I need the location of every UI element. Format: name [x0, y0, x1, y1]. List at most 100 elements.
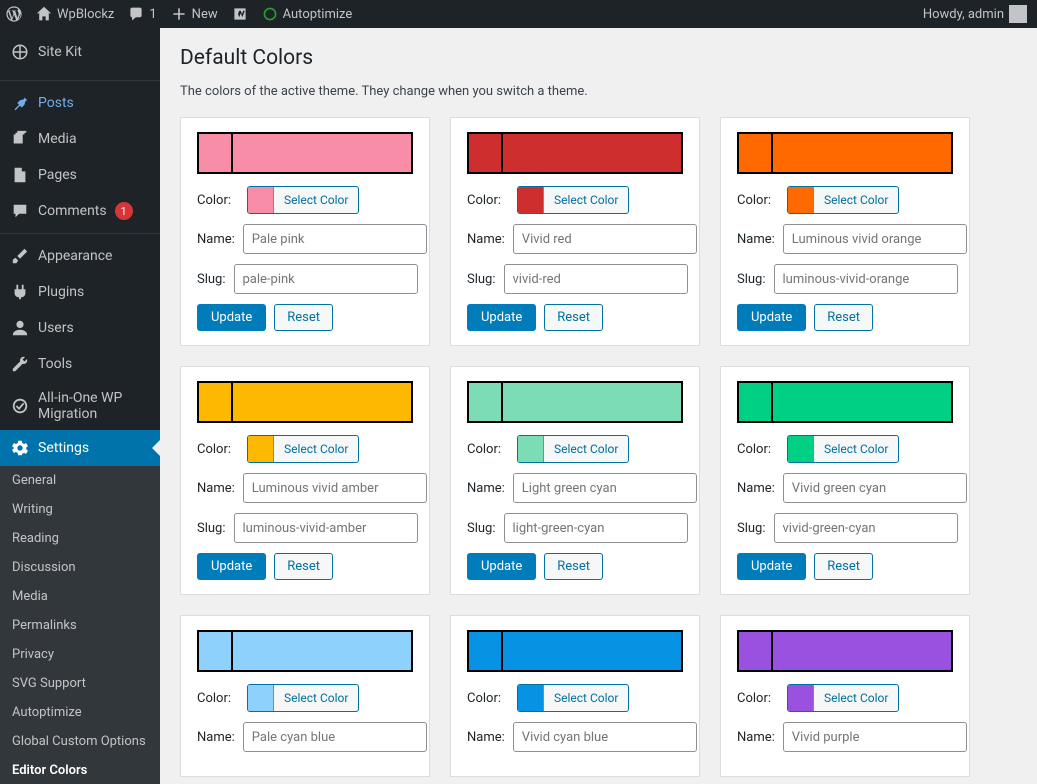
swatch-large	[503, 383, 681, 421]
swatch-large	[233, 134, 411, 172]
sidebar-label: Tools	[38, 356, 72, 372]
sidebar-item-plugins[interactable]: Plugins	[0, 274, 160, 310]
reset-button[interactable]: Reset	[814, 553, 873, 580]
color-chip	[248, 436, 274, 462]
sidebar-item-sitekit[interactable]: Site Kit	[0, 28, 160, 76]
sidebar-item-users[interactable]: Users	[0, 310, 160, 346]
swatch-preview	[737, 381, 953, 423]
swatch-small	[469, 632, 503, 670]
name-input[interactable]	[783, 224, 967, 254]
yoast-item[interactable]	[232, 6, 248, 22]
update-button[interactable]: Update	[197, 553, 266, 580]
submenu-privacy[interactable]: Privacy	[0, 640, 160, 669]
reset-button[interactable]: Reset	[814, 304, 873, 331]
name-input[interactable]	[243, 224, 427, 254]
update-button[interactable]: Update	[467, 304, 536, 331]
slug-row: Slug:	[467, 513, 683, 543]
button-row: Update Reset	[737, 553, 953, 580]
color-card: Color: Select Color Name:	[720, 615, 970, 777]
swatch-preview	[467, 630, 683, 672]
name-row: Name:	[467, 722, 683, 752]
sidebar-label: Appearance	[38, 248, 112, 264]
name-input[interactable]	[243, 722, 427, 752]
update-button[interactable]: Update	[737, 553, 806, 580]
update-button[interactable]: Update	[737, 304, 806, 331]
submenu-editor-colors[interactable]: Editor Colors	[0, 756, 160, 784]
update-button[interactable]: Update	[197, 304, 266, 331]
slug-input[interactable]	[774, 513, 958, 543]
comment-icon	[10, 201, 30, 221]
name-input[interactable]	[783, 473, 967, 503]
sidebar-label: Comments	[38, 203, 107, 219]
slug-label: Slug:	[737, 521, 766, 536]
select-color-button[interactable]: Select Color	[247, 435, 359, 463]
sidebar-item-media[interactable]: Media	[0, 121, 160, 157]
sidebar-item-settings[interactable]: Settings	[0, 430, 160, 466]
submenu-reading[interactable]: Reading	[0, 524, 160, 553]
slug-input[interactable]	[774, 264, 958, 294]
sidebar-item-posts[interactable]: Posts	[0, 85, 160, 121]
name-input[interactable]	[243, 473, 427, 503]
autoptimize-item[interactable]: Autoptimize	[262, 6, 353, 22]
slug-input[interactable]	[504, 264, 688, 294]
plugin-icon	[10, 282, 30, 302]
new-content[interactable]: New	[171, 6, 218, 22]
slug-input[interactable]	[234, 513, 418, 543]
slug-input[interactable]	[234, 264, 418, 294]
color-row: Color: Select Color	[737, 684, 953, 712]
button-row: Update Reset	[467, 304, 683, 331]
select-color-label: Select Color	[274, 442, 358, 456]
swatch-small	[739, 383, 773, 421]
sidebar-item-comments[interactable]: Comments 1	[0, 193, 160, 229]
submenu-svg[interactable]: SVG Support	[0, 669, 160, 698]
update-button[interactable]: Update	[467, 553, 536, 580]
sidebar-label: Posts	[38, 95, 74, 111]
select-color-button[interactable]: Select Color	[517, 435, 629, 463]
submenu-gco[interactable]: Global Custom Options	[0, 727, 160, 756]
slug-input[interactable]	[504, 513, 688, 543]
select-color-button[interactable]: Select Color	[787, 186, 899, 214]
select-color-button[interactable]: Select Color	[787, 435, 899, 463]
name-input[interactable]	[513, 224, 697, 254]
submenu-media[interactable]: Media	[0, 582, 160, 611]
submenu-permalinks[interactable]: Permalinks	[0, 611, 160, 640]
site-link[interactable]: WpBlockz	[36, 6, 114, 22]
swatch-small	[199, 632, 233, 670]
submenu-discussion[interactable]: Discussion	[0, 553, 160, 582]
color-chip	[518, 436, 544, 462]
name-input[interactable]	[783, 722, 967, 752]
select-color-button[interactable]: Select Color	[247, 684, 359, 712]
color-chip	[248, 685, 274, 711]
select-color-button[interactable]: Select Color	[517, 186, 629, 214]
swatch-large	[773, 134, 951, 172]
swatch-preview	[197, 132, 413, 174]
reset-button[interactable]: Reset	[544, 304, 603, 331]
name-input[interactable]	[513, 473, 697, 503]
submenu-general[interactable]: General	[0, 466, 160, 495]
sidebar-item-appearance[interactable]: Appearance	[0, 238, 160, 274]
submenu-autoptimize[interactable]: Autoptimize	[0, 698, 160, 727]
select-color-button[interactable]: Select Color	[247, 186, 359, 214]
color-label: Color:	[737, 691, 779, 706]
reset-button[interactable]: Reset	[544, 553, 603, 580]
name-input[interactable]	[513, 722, 697, 752]
sidebar-item-pages[interactable]: Pages	[0, 157, 160, 193]
swatch-large	[503, 632, 681, 670]
comment-icon	[128, 6, 144, 22]
button-row: Update Reset	[197, 304, 413, 331]
account-link[interactable]: Howdy, admin	[923, 5, 1027, 23]
select-color-button[interactable]: Select Color	[787, 684, 899, 712]
swatch-preview	[197, 630, 413, 672]
select-color-button[interactable]: Select Color	[517, 684, 629, 712]
howdy-text: Howdy, admin	[923, 7, 1004, 22]
slug-label: Slug:	[197, 272, 226, 287]
reset-button[interactable]: Reset	[274, 304, 333, 331]
color-grid: Color: Select Color Name: Slug: Update R…	[180, 117, 1005, 777]
admin-comments[interactable]: 1	[128, 6, 156, 22]
reset-button[interactable]: Reset	[274, 553, 333, 580]
name-label: Name:	[197, 481, 235, 496]
sidebar-item-tools[interactable]: Tools	[0, 346, 160, 382]
submenu-writing[interactable]: Writing	[0, 495, 160, 524]
sidebar-item-migration[interactable]: All-in-One WP Migration	[0, 382, 160, 430]
wp-logo[interactable]	[6, 6, 22, 22]
